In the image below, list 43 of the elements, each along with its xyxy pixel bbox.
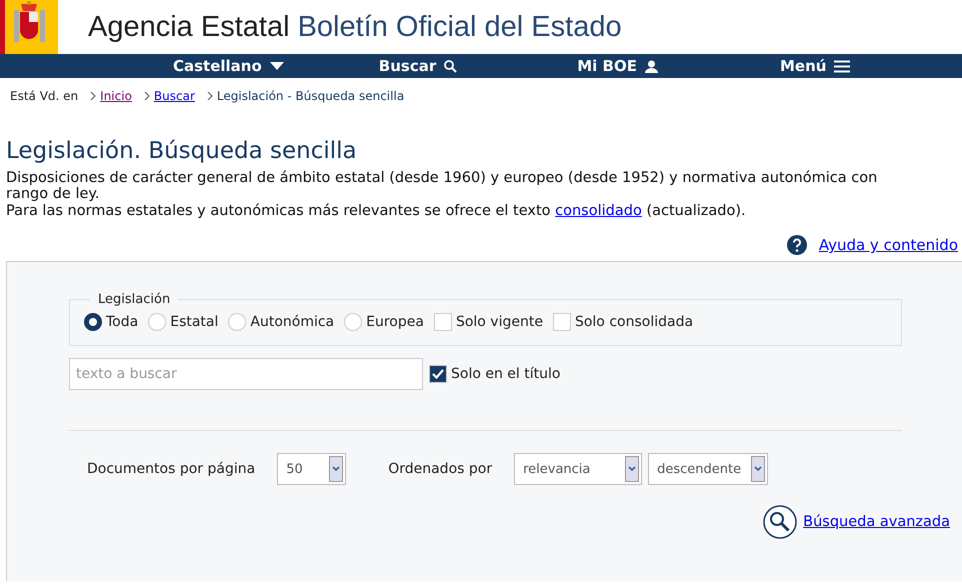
search-icon [444,60,458,72]
nav-link[interactable]: Castellano [173,57,284,75]
per-page-select[interactable]: 50 [277,453,346,485]
search-icon [763,505,798,539]
user-icon [644,60,658,72]
nav-link[interactable]: Menú [780,57,850,75]
page-title: Legislación. Búsqueda sencilla [6,138,358,164]
note-text: Para las normas estatales y autonómicas más relevantes se ofrece el texto consolidado (actualizado). [6,202,747,221]
breadcrumb-link[interactable]: Inicio [100,89,132,103]
checkbox-icon[interactable] [434,313,452,331]
description-text: Disposiciones de carácter general de ámbito estatal (desde 1960) y europeo (desde 1952) y normativa autonómica con rango de ley. [6,170,878,202]
radio-option[interactable]: Autonómica [228,313,334,331]
checkbox-option[interactable]: Solo en el título [429,365,560,383]
checkbox-option[interactable]: Solo consolidada [552,313,694,331]
coat-of-arms-logo [0,0,58,54]
breadcrumb-label: Está Vd. en [10,89,78,103]
chevron-icon [144,92,150,100]
advanced-search-link[interactable]: Búsqueda avanzada [803,514,950,530]
search-field[interactable]: texto a buscar [69,358,423,390]
radio-option[interactable]: Toda [84,313,138,331]
order-direction-select[interactable]: descendente [648,453,768,485]
radio-option[interactable]: Europea [344,313,424,331]
checkbox-icon[interactable] [429,365,447,383]
order-field-select[interactable]: relevancia [514,453,642,485]
site-title: Agencia Estatal Boletín Oficial del Estado [88,10,622,44]
order-label: Ordenados por [388,461,492,477]
caret-icon [270,62,284,70]
checkbox-icon[interactable] [552,313,571,331]
help-icon [786,235,807,255]
current-page-label: Legislación - Búsqueda sencilla [216,89,404,103]
radio-icon[interactable] [84,313,102,331]
nav-link[interactable]: Mi BOE [577,57,658,75]
help-link[interactable]: Ayuda y contenido [818,236,958,254]
chevron-icon [206,92,213,100]
chevron-icon [90,92,96,100]
group-legend: Legislación [90,292,178,307]
breadcrumb-link[interactable]: Buscar [154,89,195,103]
menu-icon [834,60,850,72]
radio-option[interactable]: Estatal [148,313,218,331]
consolidado-link[interactable]: consolidado [555,203,642,219]
checkbox-option[interactable]: Solo vigente [434,313,543,331]
nav-link[interactable]: Buscar [378,57,458,75]
per-page-label: Documentos por página [87,461,256,477]
